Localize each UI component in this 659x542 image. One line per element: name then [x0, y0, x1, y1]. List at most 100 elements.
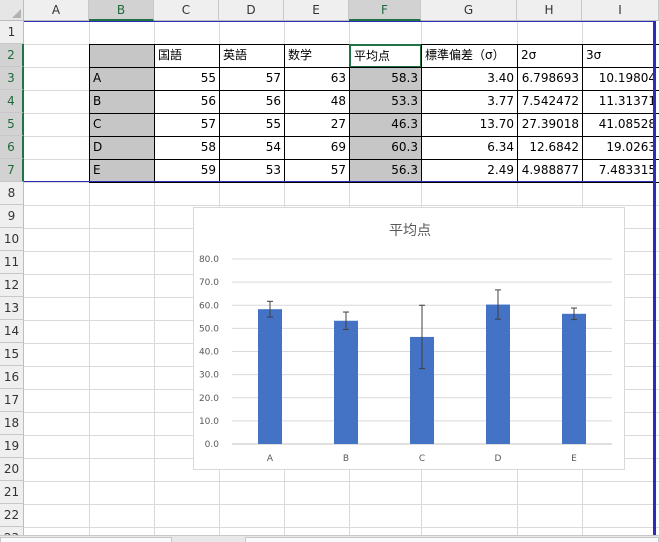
table-cell[interactable]: 13.70 — [421, 113, 518, 137]
row-header-6[interactable]: 6 — [0, 136, 24, 159]
row-header-17[interactable]: 17 — [0, 389, 24, 412]
y-tick-label: 60.0 — [199, 301, 219, 311]
y-tick-label: 40.0 — [199, 348, 219, 358]
row-header-8[interactable]: 8 — [0, 182, 24, 205]
table-cell[interactable]: C — [89, 113, 155, 137]
table-header-cell[interactable]: 数学 — [284, 44, 350, 68]
table-cell[interactable]: 10.19804 — [582, 67, 659, 91]
row-header-7[interactable]: 7 — [0, 159, 24, 182]
column-header-h[interactable]: H — [517, 0, 582, 21]
table-cell[interactable]: A — [89, 67, 155, 91]
row-header-12[interactable]: 12 — [0, 274, 24, 297]
row-header-3[interactable]: 3 — [0, 67, 24, 90]
row-header-13[interactable]: 13 — [0, 297, 24, 320]
table-cell[interactable]: 56 — [219, 90, 285, 114]
row-header-18[interactable]: 18 — [0, 412, 24, 435]
table-cell[interactable]: 27.39018 — [517, 113, 583, 137]
table-cell[interactable]: 53.3 — [349, 90, 422, 114]
sheet-tab-area-left[interactable] — [0, 537, 172, 542]
y-tick-label: 50.0 — [199, 324, 219, 334]
row-header-2[interactable]: 2 — [0, 44, 24, 67]
row-header-5[interactable]: 5 — [0, 113, 24, 136]
sheet-tab-area-right[interactable] — [245, 537, 659, 542]
table-cell[interactable]: 53 — [219, 159, 285, 183]
table-cell[interactable]: 2.49 — [421, 159, 518, 183]
table-cell[interactable]: 55 — [219, 113, 285, 137]
column-header-f[interactable]: F — [349, 0, 421, 21]
table-cell[interactable]: 59 — [154, 159, 220, 183]
column-header-g[interactable]: G — [421, 0, 517, 21]
table-cell[interactable]: 58 — [154, 136, 220, 160]
page-break-line-bottom — [24, 181, 656, 182]
table-cell[interactable]: 56 — [154, 90, 220, 114]
table-cell[interactable]: 3.77 — [421, 90, 518, 114]
y-tick-label: 0.0 — [205, 440, 220, 450]
row-header-20[interactable]: 20 — [0, 458, 24, 481]
table-cell[interactable]: 6.798693 — [517, 67, 583, 91]
x-tick-label: D — [495, 454, 502, 464]
column-header-a[interactable]: A — [24, 0, 89, 21]
row-header-21[interactable]: 21 — [0, 481, 24, 504]
spreadsheet[interactable]: ABCDEFGHI 1 2 3 4 5 6 7 8 9 10 11 12 13 14 15 16 17 18 19 2… — [0, 0, 659, 542]
table-header-cell[interactable]: 3σ — [582, 44, 659, 68]
table-header-cell[interactable]: 英語 — [219, 44, 285, 68]
table-cell[interactable]: 63 — [284, 67, 350, 91]
table-cell[interactable]: 48 — [284, 90, 350, 114]
table-cell[interactable]: 11.31371 — [582, 90, 659, 114]
column-header-b[interactable]: B — [89, 0, 154, 21]
table-cell[interactable]: 58.3 — [349, 67, 422, 91]
bar — [258, 309, 282, 444]
row-header-19[interactable]: 19 — [0, 435, 24, 458]
table-cell[interactable]: 19.0263 — [582, 136, 659, 160]
column-header-d[interactable]: D — [219, 0, 284, 21]
y-tick-label: 10.0 — [199, 417, 219, 427]
row-header-1[interactable]: 1 — [0, 21, 24, 44]
table-cell[interactable]: 3.40 — [421, 67, 518, 91]
table-cell[interactable]: 69 — [284, 136, 350, 160]
select-all-triangle-icon — [12, 9, 21, 18]
table-cell[interactable]: 41.08528 — [582, 113, 659, 137]
table-header-cell[interactable]: 2σ — [517, 44, 583, 68]
table-cell[interactable]: 7.542472 — [517, 90, 583, 114]
table-cell[interactable]: 56.3 — [349, 159, 422, 183]
table-cell[interactable]: 6.34 — [421, 136, 518, 160]
table-cell[interactable]: 60.3 — [349, 136, 422, 160]
y-tick-label: 30.0 — [199, 371, 219, 381]
table-cell[interactable]: 57 — [284, 159, 350, 183]
x-tick-label: A — [267, 454, 274, 464]
column-header-i[interactable]: I — [582, 0, 659, 21]
table-cell[interactable]: 54 — [219, 136, 285, 160]
gridline-horizontal — [24, 504, 659, 505]
table-header-cell[interactable]: 国語 — [154, 44, 220, 68]
table-cell[interactable]: E — [89, 159, 155, 183]
row-header-11[interactable]: 11 — [0, 251, 24, 274]
y-tick-label: 20.0 — [199, 394, 219, 404]
table-header-cell[interactable]: 平均点 — [349, 44, 422, 68]
table-cell[interactable]: 4.988877 — [517, 159, 583, 183]
table-cell[interactable]: 27 — [284, 113, 350, 137]
row-header-10[interactable]: 10 — [0, 228, 24, 251]
row-header-22[interactable]: 22 — [0, 504, 24, 527]
row-header-15[interactable]: 15 — [0, 343, 24, 366]
table-cell[interactable]: 57 — [154, 113, 220, 137]
average-score-chart[interactable]: 平均点 0.0 10.0 20.0 30.0 40.0 50.0 60.0 70.0 80.0 A B… — [193, 207, 625, 470]
page-break-line-right — [653, 21, 656, 535]
table-cell[interactable]: 12.6842 — [517, 136, 583, 160]
chart-title: 平均点 — [389, 223, 431, 239]
column-header-e[interactable]: E — [284, 0, 349, 21]
column-header-c[interactable]: C — [154, 0, 219, 21]
row-header-16[interactable]: 16 — [0, 366, 24, 389]
table-cell[interactable]: 55 — [154, 67, 220, 91]
table-cell[interactable]: 57 — [219, 67, 285, 91]
table-cell[interactable]: D — [89, 136, 155, 160]
row-header-9[interactable]: 9 — [0, 205, 24, 228]
select-all-corner[interactable] — [0, 0, 24, 21]
table-cell[interactable]: B — [89, 90, 155, 114]
table-cell[interactable]: 46.3 — [349, 113, 422, 137]
table-cell[interactable]: 7.483315 — [582, 159, 659, 183]
y-tick-label: 70.0 — [199, 278, 219, 288]
table-header-cell[interactable] — [89, 44, 155, 68]
row-header-14[interactable]: 14 — [0, 320, 24, 343]
table-header-cell[interactable]: 標準偏差（σ） — [421, 44, 518, 68]
row-header-4[interactable]: 4 — [0, 90, 24, 113]
